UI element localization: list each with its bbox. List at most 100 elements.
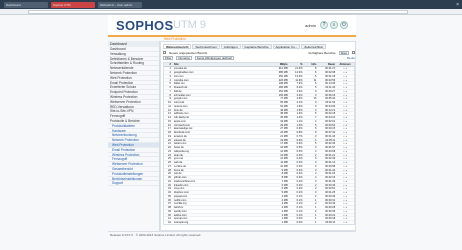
row-actions[interactable]: ⌕ + bbox=[336, 187, 354, 190]
row-actions[interactable]: ⌕ + bbox=[336, 206, 354, 209]
address-bar[interactable] bbox=[28, 10, 408, 14]
row-actions[interactable]: ⌕ + bbox=[336, 124, 354, 127]
row-actions[interactable]: ⌕ + bbox=[336, 142, 354, 145]
row-actions[interactable]: ⌕ + bbox=[336, 195, 354, 198]
row-actions[interactable]: ⌕ + bbox=[336, 120, 354, 123]
checkbox[interactable] bbox=[163, 51, 166, 54]
row-actions[interactable]: ⌕ + bbox=[336, 180, 354, 183]
details-icon[interactable]: + bbox=[345, 195, 347, 198]
power-icon[interactable]: ⏻ bbox=[340, 21, 348, 29]
filter-select[interactable]: Filter bbox=[163, 55, 174, 60]
row-actions[interactable]: ⌕ + bbox=[336, 184, 354, 187]
row-actions[interactable]: ⌕ + bbox=[336, 146, 354, 149]
domain-select[interactable]: Domains bbox=[176, 55, 192, 60]
details-icon[interactable]: + bbox=[345, 187, 347, 190]
details-icon[interactable]: + bbox=[345, 79, 347, 82]
tab-geplante-berichte[interactable]: Geplante Berichte bbox=[241, 44, 272, 49]
row-actions[interactable]: ⌕ + bbox=[336, 90, 354, 93]
row-actions[interactable]: ⌕ + bbox=[336, 214, 354, 217]
row-actions[interactable]: ⌕ + bbox=[336, 169, 354, 172]
search-icon[interactable]: ⌕ bbox=[330, 21, 338, 29]
details-icon[interactable]: + bbox=[345, 217, 347, 220]
details-icon[interactable]: + bbox=[345, 161, 347, 164]
row-actions[interactable]: ⌕ + bbox=[336, 157, 354, 160]
details-icon[interactable]: + bbox=[345, 176, 347, 179]
details-icon[interactable]: + bbox=[345, 109, 347, 112]
details-icon[interactable]: + bbox=[345, 157, 347, 160]
row-actions[interactable]: ⌕ + bbox=[336, 101, 354, 104]
tab-webnutzbericht[interactable]: Webnutzbericht bbox=[163, 44, 192, 49]
date-select[interactable]: Keine Abfolgungen definiert bbox=[194, 55, 235, 60]
details-icon[interactable]: + bbox=[345, 142, 347, 145]
details-icon[interactable]: + bbox=[345, 71, 347, 74]
col-rank[interactable]: # bbox=[164, 63, 172, 66]
row-actions[interactable]: ⌕ + bbox=[336, 176, 354, 179]
row-actions[interactable]: ⌕ + bbox=[336, 217, 354, 220]
details-icon[interactable]: + bbox=[345, 210, 347, 213]
details-icon[interactable]: + bbox=[345, 124, 347, 127]
sidebar-item[interactable]: Support bbox=[108, 181, 159, 187]
details-icon[interactable]: + bbox=[345, 127, 347, 130]
row-actions[interactable]: ⌕ + bbox=[336, 210, 354, 213]
row-actions[interactable]: ⌕ + bbox=[336, 97, 354, 100]
details-icon[interactable]: + bbox=[345, 135, 347, 138]
site-select[interactable]: Sites bbox=[338, 50, 349, 55]
details-icon[interactable]: + bbox=[345, 154, 347, 157]
row-actions[interactable]: ⌕ + bbox=[336, 165, 354, 168]
col-hits[interactable]: Hits bbox=[304, 63, 318, 66]
row-actions[interactable]: ⌕ + bbox=[336, 86, 354, 89]
details-icon[interactable]: + bbox=[345, 139, 347, 142]
details-icon[interactable]: + bbox=[345, 172, 347, 175]
row-actions[interactable]: ⌕ + bbox=[336, 116, 354, 119]
details-icon[interactable]: + bbox=[345, 82, 347, 85]
details-icon[interactable]: + bbox=[345, 146, 347, 149]
details-icon[interactable]: + bbox=[345, 180, 347, 183]
row-actions[interactable]: ⌕ + bbox=[336, 112, 354, 115]
row-actions[interactable]: ⌕ + bbox=[336, 75, 354, 78]
row-actions[interactable]: ⌕ + bbox=[336, 191, 354, 194]
details-icon[interactable]: + bbox=[345, 214, 347, 217]
row-actions[interactable]: ⌕ + bbox=[336, 150, 354, 153]
tab-application-control[interactable]: Application Co... bbox=[272, 44, 301, 49]
row-actions[interactable]: ⌕ + bbox=[336, 172, 354, 175]
details-icon[interactable]: + bbox=[345, 169, 347, 172]
user-label[interactable]: admin bbox=[305, 23, 316, 28]
details-icon[interactable]: + bbox=[345, 221, 347, 224]
row-actions[interactable]: ⌕ + bbox=[336, 82, 354, 85]
col-site[interactable]: Site bbox=[172, 63, 269, 66]
details-icon[interactable]: + bbox=[345, 101, 347, 104]
row-actions[interactable]: ⌕ + bbox=[336, 131, 354, 134]
row-actions[interactable]: ⌕ + bbox=[336, 161, 354, 164]
tab-anfertigen[interactable]: Anfertigen bbox=[220, 44, 241, 49]
details-icon[interactable]: + bbox=[345, 67, 347, 70]
details-icon[interactable]: + bbox=[345, 191, 347, 194]
details-icon[interactable]: + bbox=[345, 131, 347, 134]
row-actions[interactable]: ⌕ + bbox=[336, 94, 354, 97]
details-icon[interactable]: + bbox=[345, 202, 347, 205]
today-link[interactable]: Heute bbox=[347, 56, 355, 60]
row-actions[interactable]: ⌕ + bbox=[336, 105, 354, 108]
details-icon[interactable]: + bbox=[345, 86, 347, 89]
browser-tab-1[interactable]: Dashboard bbox=[4, 1, 48, 8]
details-icon[interactable]: + bbox=[345, 94, 347, 97]
details-icon[interactable]: + bbox=[345, 105, 347, 108]
browser-tab-2[interactable]: Sophos UTM bbox=[51, 1, 95, 8]
row-actions[interactable]: ⌕ + bbox=[336, 127, 354, 130]
tab-zeiterreichbar[interactable]: Zeiterreichbar bbox=[301, 44, 326, 49]
row-actions[interactable]: ⌕ + bbox=[336, 154, 354, 157]
details-icon[interactable]: + bbox=[345, 150, 347, 153]
row-actions[interactable]: ⌕ + bbox=[336, 109, 354, 112]
row-actions[interactable]: ⌕ + bbox=[336, 67, 354, 70]
help-icon[interactable]: ? bbox=[320, 21, 328, 29]
details-icon[interactable]: + bbox=[345, 165, 347, 168]
details-icon[interactable]: + bbox=[345, 116, 347, 119]
browser-tab-3[interactable]: Webadmin - User admin bbox=[98, 1, 142, 8]
details-icon[interactable]: + bbox=[345, 97, 347, 100]
row-actions[interactable]: ⌕ + bbox=[336, 199, 354, 202]
col-mbyte[interactable]: MByte bbox=[269, 63, 289, 66]
details-icon[interactable]: + bbox=[345, 90, 347, 93]
row-actions[interactable]: ⌕ + bbox=[336, 79, 354, 82]
details-icon[interactable]: + bbox=[345, 199, 347, 202]
details-icon[interactable]: + bbox=[345, 206, 347, 209]
details-icon[interactable]: + bbox=[345, 112, 347, 115]
